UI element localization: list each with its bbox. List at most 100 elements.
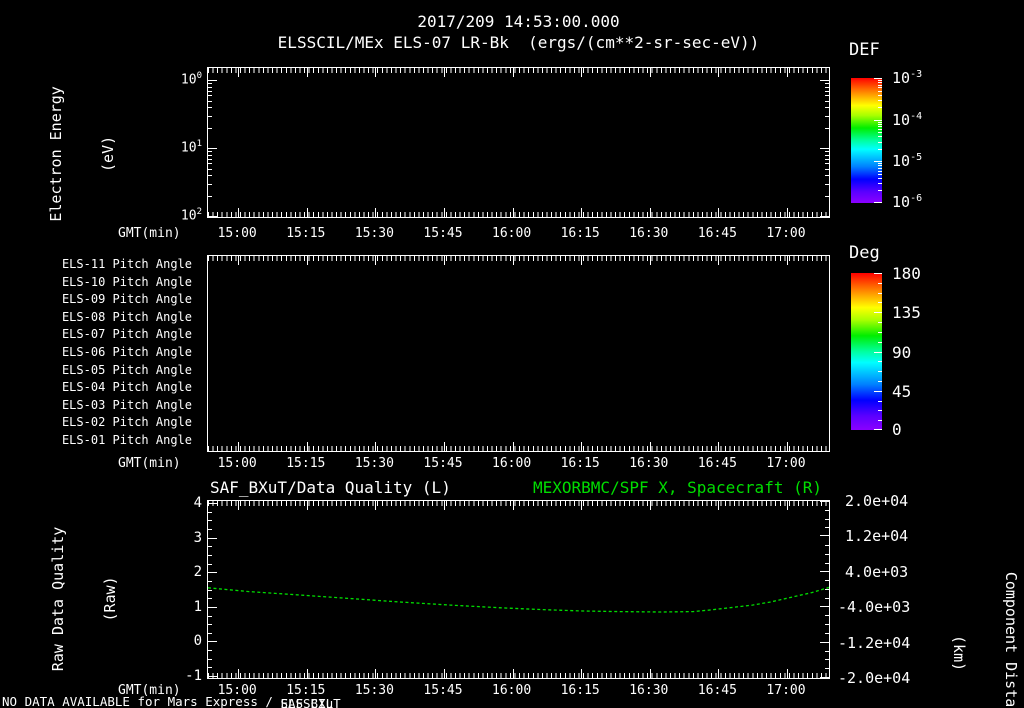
def-colorbar: [851, 78, 882, 203]
y-minor-tick: [825, 115, 829, 117]
y-minor-tick: [825, 95, 829, 97]
time-tick-label: 16:30: [629, 226, 669, 241]
colorbar-minor-tick: [878, 173, 882, 175]
colorbar-minor-tick: [878, 292, 882, 294]
colorbar-minor-tick: [878, 341, 882, 343]
y-minor-tick: [208, 520, 212, 522]
x-major-tick: [306, 501, 308, 510]
y-minor-tick: [825, 668, 829, 670]
y-minor-tick: [825, 154, 829, 156]
x-major-tick: [238, 68, 240, 77]
x-major-tick: [375, 501, 377, 510]
x-major-tick: [718, 669, 720, 678]
y-minor-tick: [208, 632, 212, 634]
y-minor-tick: [825, 100, 829, 102]
y-minor-tick: [208, 589, 212, 591]
y-minor-tick: [825, 175, 829, 177]
quality-tick-label: 2: [193, 564, 202, 581]
deg-colorbar-title: Deg: [849, 243, 880, 263]
colorbar-minor-tick: [878, 302, 882, 304]
colorbar-minor-tick: [878, 400, 882, 402]
quality-tick-label: 3: [193, 529, 202, 546]
x-major-tick: [444, 208, 445, 217]
x-major-tick: [512, 501, 514, 510]
x-major-tick: [444, 256, 445, 265]
colorbar-minor-tick: [878, 163, 882, 165]
y-minor-tick: [208, 100, 212, 102]
colorbar-minor-tick: [878, 121, 882, 123]
x-major-tick: [238, 256, 240, 265]
energy-spectrogram-panel: [207, 67, 830, 218]
deg-colorbar: [851, 273, 882, 430]
x-major-tick: [375, 669, 377, 678]
y-minor-tick: [208, 598, 212, 600]
energy-tick-label: 101: [180, 139, 202, 156]
y-minor-tick: [825, 83, 829, 85]
colorbar-minor-tick: [878, 129, 882, 130]
y-minor-tick: [208, 546, 212, 548]
y-minor-tick: [825, 562, 829, 564]
colorbar-major-tick: [874, 273, 882, 274]
y-minor-tick: [208, 624, 212, 626]
x-major-tick: [306, 669, 308, 678]
colorbar-major-tick: [874, 351, 882, 353]
colorbar-major-tick: [874, 390, 882, 392]
y-minor-tick: [825, 597, 829, 599]
y-minor-tick: [208, 183, 212, 185]
deg-tick-label: 90: [892, 342, 912, 362]
science-plot-page: 2017/209 14:53:00.000 ELSSCIL/MEx ELS-07…: [0, 0, 1024, 708]
gmt-label-panel2: GMT(min): [118, 456, 181, 471]
time-tick-label: 16:15: [560, 226, 600, 241]
distance-series-title: MEXORBMC/SPF X, Spacecraft (R): [533, 478, 822, 497]
pitch-row-label: ELS-07 Pitch Angle: [61, 327, 192, 342]
y-minor-tick: [208, 154, 212, 156]
y-minor-tick: [208, 83, 212, 85]
distance-axis-label: Component Distance (km): [950, 572, 1024, 708]
colorbar-minor-tick: [878, 107, 882, 109]
time-tick-label: 16:00: [492, 683, 532, 698]
y-major-tick: [208, 148, 217, 149]
y-major-tick: [208, 572, 217, 574]
x-major-tick: [444, 68, 445, 77]
colorbar-minor-tick: [878, 141, 882, 143]
y-minor-tick: [208, 151, 212, 153]
y-minor-tick: [825, 509, 829, 511]
y-major-tick: [208, 216, 217, 217]
x-major-tick: [649, 669, 651, 678]
y-major-tick: [208, 676, 217, 677]
colorbar-major-tick: [874, 161, 882, 163]
distance-tick-label: 2.0e+04: [845, 492, 909, 510]
x-major-tick: [718, 501, 720, 510]
colorbar-major-tick: [874, 312, 882, 314]
colorbar-minor-tick: [878, 90, 882, 92]
pitch-row-label: ELS-01 Pitch Angle: [61, 433, 192, 447]
x-major-tick: [649, 68, 651, 77]
colorbar-minor-tick: [878, 79, 882, 81]
time-tick-label: 17:00: [766, 683, 806, 698]
x-major-tick: [581, 208, 583, 217]
x-major-tick: [238, 501, 240, 510]
x-minor-ticks-top: [208, 256, 829, 261]
colorbar-minor-tick: [878, 94, 882, 96]
def-colorbar-title: DEF: [849, 40, 880, 60]
time-tick-label: 17:00: [766, 456, 806, 471]
quality-tick-label: 0: [193, 633, 202, 650]
y-major-tick: [820, 501, 829, 502]
y-major-tick: [208, 80, 217, 81]
colorbar-minor-tick: [878, 170, 882, 172]
time-tick-label: 15:15: [286, 456, 326, 471]
distance-tick-label: -4.0e+03: [838, 598, 911, 617]
colorbar-minor-tick: [878, 183, 882, 185]
x-major-tick: [581, 256, 583, 265]
x-major-tick: [581, 442, 583, 451]
no-data-source-b: SAF_BXuT: [280, 696, 341, 708]
energy-tick-label: 102: [180, 207, 202, 224]
energy-tick-label: 100: [180, 71, 202, 88]
colorbar-minor-tick: [878, 167, 882, 169]
no-data-overlap: ELSSCIL SAF_BXuT: [280, 696, 350, 708]
time-tick-label: 16:15: [560, 456, 600, 471]
energy-axis-label-text: Electron Energy: [47, 86, 65, 222]
time-tick-label: 16:30: [629, 683, 669, 698]
x-major-tick: [787, 256, 788, 265]
x-major-tick: [238, 442, 240, 451]
